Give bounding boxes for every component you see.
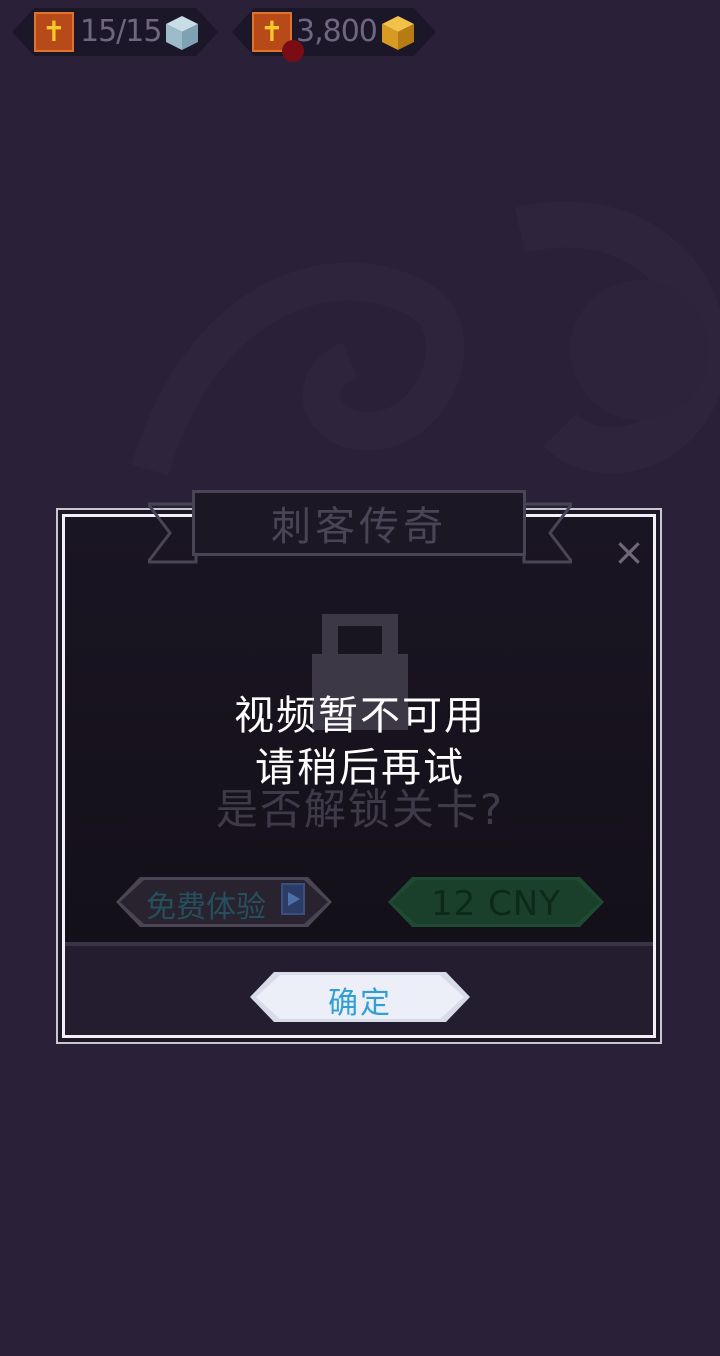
toast-message: 视频暂不可用 请稍后再试 — [120, 690, 600, 794]
coins-value: 3,800 — [296, 14, 378, 49]
free-trial-label: 免费体验 — [146, 890, 266, 925]
cross-icon: ✝ — [34, 12, 74, 52]
toast-line-1: 视频暂不可用 — [234, 693, 486, 739]
dialog-title: 刺客传奇 — [192, 490, 526, 556]
toast-line-2: 请稍后再试 — [255, 745, 465, 791]
cube-icon — [166, 16, 198, 50]
gold-cube-icon — [382, 16, 414, 50]
confirm-label: 确定 — [328, 986, 392, 1021]
lives-value: 15/15 — [80, 14, 162, 49]
video-card-icon — [281, 883, 305, 915]
close-icon[interactable]: × — [612, 532, 646, 572]
buy-price-label: 12 CNY — [430, 884, 561, 924]
